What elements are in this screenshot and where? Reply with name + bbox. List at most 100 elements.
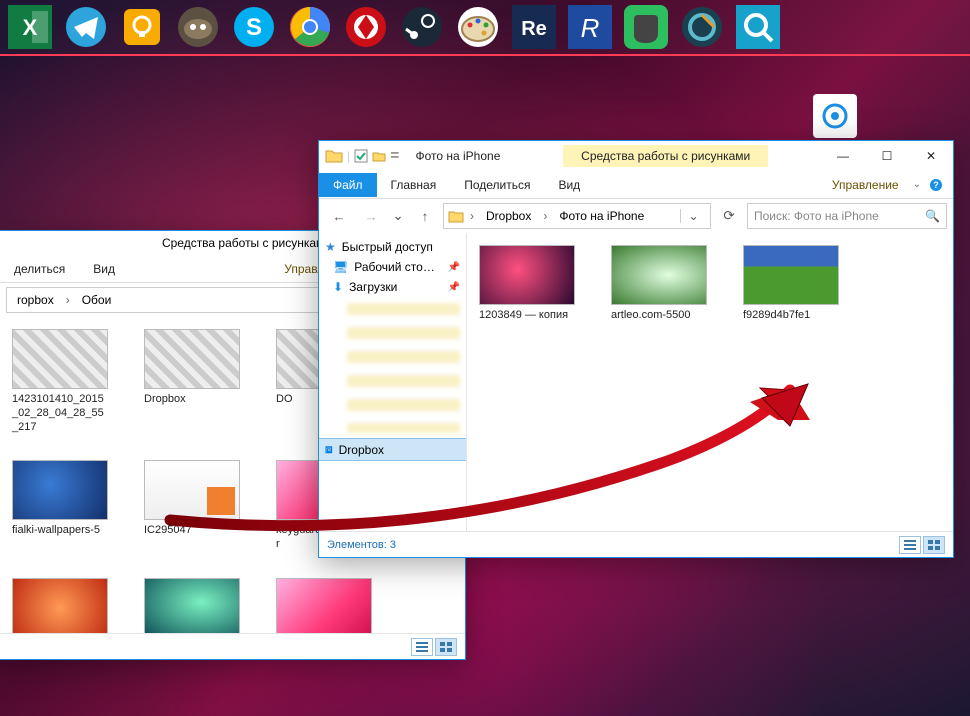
status-bar: Элементов: 3 xyxy=(319,531,953,557)
search-input[interactable]: Поиск: Фото на iPhone 🔍 xyxy=(747,203,947,229)
file-thumb[interactable]: 1203849 — копия xyxy=(479,245,575,337)
tab-home[interactable]: Главная xyxy=(377,173,451,197)
thumbnail-image xyxy=(144,329,240,389)
taskbar-app-revo[interactable]: Re xyxy=(506,0,562,55)
tab-manage[interactable]: Управление xyxy=(818,173,913,197)
refresh-button[interactable]: ⟳ xyxy=(715,203,743,229)
sidebar-desktop[interactable]: 🖥 Рабочий сто… 📌 xyxy=(319,257,466,277)
back-button[interactable]: ← xyxy=(325,203,353,229)
maximize-button[interactable]: ☐ xyxy=(865,141,909,171)
file-label: artleo.com-5500 xyxy=(611,309,707,337)
maximize-icon: ☐ xyxy=(882,149,893,163)
sidebar-downloads[interactable]: ⬇ Загрузки 📌 xyxy=(319,277,466,297)
close-icon: ✕ xyxy=(926,149,936,163)
view-details-button[interactable] xyxy=(899,536,921,554)
taskbar-app-paint[interactable] xyxy=(450,0,506,55)
taskbar-app-excel[interactable]: X xyxy=(2,0,58,55)
breadcrumb-sep xyxy=(64,293,72,307)
taskbar-app-r[interactable]: R xyxy=(562,0,618,55)
file-thumb[interactable]: Dropbox xyxy=(144,329,240,434)
help-icon[interactable]: ? xyxy=(929,178,943,192)
breadcrumb-item[interactable]: Dropbox xyxy=(480,207,537,225)
tab-file[interactable]: Файл xyxy=(319,173,377,197)
picture-tools-tab[interactable]: Средства работы с рисунками xyxy=(563,145,768,167)
address-dropdown-icon[interactable]: ⌄ xyxy=(680,209,706,223)
forward-button[interactable]: → xyxy=(357,203,385,229)
sidebar-dropbox[interactable]: ⧈ Dropbox xyxy=(319,439,466,460)
thumbnail-image xyxy=(479,245,575,305)
taskbar-app-telegram[interactable] xyxy=(58,0,114,55)
history-dropdown[interactable]: ⌄ xyxy=(389,203,407,229)
taskbar-app-search[interactable] xyxy=(730,0,786,55)
qat-sep: | xyxy=(347,149,350,163)
title-bar: | = Фото на iPhone Средства работы с рис… xyxy=(319,141,953,171)
thumbnail-image xyxy=(276,578,372,633)
up-button[interactable]: ↑ xyxy=(411,203,439,229)
taskbar: X S Re R xyxy=(0,0,970,56)
svg-text:?: ? xyxy=(933,180,939,190)
minimize-button[interactable]: — xyxy=(821,141,865,171)
taskbar-app-gimp[interactable] xyxy=(170,0,226,55)
taskbar-app-chrome[interactable] xyxy=(282,0,338,55)
explorer-window-front: | = Фото на iPhone Средства работы с рис… xyxy=(318,140,954,558)
view-details-button[interactable] xyxy=(411,638,433,656)
ribbon-collapse-icon[interactable]: ⌄ xyxy=(913,179,921,190)
star-icon: ★ xyxy=(325,240,336,254)
tab-view[interactable]: Вид xyxy=(544,173,594,197)
thumbnail-image xyxy=(611,245,707,305)
view-thumbs-button[interactable] xyxy=(435,638,457,656)
file-thumb[interactable]: IC295047 xyxy=(144,460,240,552)
sidebar-quick-access[interactable]: ★ Быстрый доступ xyxy=(319,237,466,257)
desktop-shortcut[interactable] xyxy=(806,94,864,142)
file-label: IC295047 xyxy=(144,524,240,552)
taskbar-app-skype[interactable]: S xyxy=(226,0,282,55)
desktop-icon: 🖥 xyxy=(333,260,348,274)
taskbar-app-steam[interactable] xyxy=(394,0,450,55)
file-thumb[interactable]: Wallpaper-OS-X-El-Capitan-Mac xyxy=(276,578,372,633)
breadcrumb-sep xyxy=(541,209,549,223)
taskbar-app-keep[interactable] xyxy=(114,0,170,55)
file-label: 1203849 — копия xyxy=(479,309,575,337)
breadcrumb-sep xyxy=(468,209,476,223)
breadcrumb-item[interactable]: ropbox xyxy=(11,291,60,309)
pin-icon: 📌 xyxy=(448,282,460,293)
file-thumb[interactable]: 1423101410_2015_02_28_04_28_55_217 xyxy=(12,329,108,434)
tab-share[interactable]: делиться xyxy=(0,257,79,281)
thumbnail-image xyxy=(144,460,240,520)
qat-folder-icon[interactable] xyxy=(372,149,386,163)
file-thumb[interactable]: artleo.com-5500 xyxy=(611,245,707,337)
tab-view[interactable]: Вид xyxy=(79,257,129,281)
close-button[interactable]: ✕ xyxy=(909,141,953,171)
dropbox-icon: ⧈ xyxy=(325,442,333,457)
sidebar-label: Быстрый доступ xyxy=(342,240,433,254)
svg-text:Re: Re xyxy=(521,18,547,40)
breadcrumb-item[interactable]: Фото на iPhone xyxy=(553,207,650,225)
file-thumb[interactable]: f9289d4b7fe1 xyxy=(743,245,839,337)
taskbar-app-evernote[interactable] xyxy=(618,0,674,55)
file-thumb[interactable]: wallpaper-1911991 xyxy=(12,578,108,633)
file-grid: 1203849 — копия artleo.com-5500 f9289d4b7f… xyxy=(467,233,953,531)
taskbar-app-opera[interactable] xyxy=(338,0,394,55)
window-title: Фото на iPhone xyxy=(405,149,510,163)
checkbox-icon[interactable] xyxy=(354,149,368,163)
file-label: fialki-wallpapers-5 xyxy=(12,524,108,552)
breadcrumb-item[interactable]: Обои xyxy=(76,291,118,309)
taskbar-app-camera[interactable] xyxy=(674,0,730,55)
sidebar-label: Рабочий сто… xyxy=(354,260,435,274)
file-label: 1423101410_2015_02_28_04_28_55_217 xyxy=(12,393,108,434)
thumbnail-image xyxy=(144,578,240,633)
search-placeholder: Поиск: Фото на iPhone xyxy=(754,209,879,223)
status-count: Элементов: 3 xyxy=(327,539,396,551)
file-thumb[interactable]: fialki-wallpapers-5 xyxy=(12,460,108,552)
address-bar[interactable]: Dropbox Фото на iPhone ⌄ xyxy=(443,203,711,229)
status-bar xyxy=(0,633,465,659)
search-icon: 🔍 xyxy=(925,209,940,223)
download-icon: ⬇ xyxy=(333,280,343,294)
sidebar-label: Загрузки xyxy=(349,280,397,294)
thumbnail-image xyxy=(12,578,108,633)
nav-sidebar: ★ Быстрый доступ 🖥 Рабочий сто… 📌 ⬇ Загр… xyxy=(319,233,467,531)
file-thumb[interactable]: wallpaper-1911991 xyxy=(144,578,240,633)
thumbnail-image xyxy=(12,460,108,520)
tab-share[interactable]: Поделиться xyxy=(450,173,544,197)
view-thumbs-button[interactable] xyxy=(923,536,945,554)
